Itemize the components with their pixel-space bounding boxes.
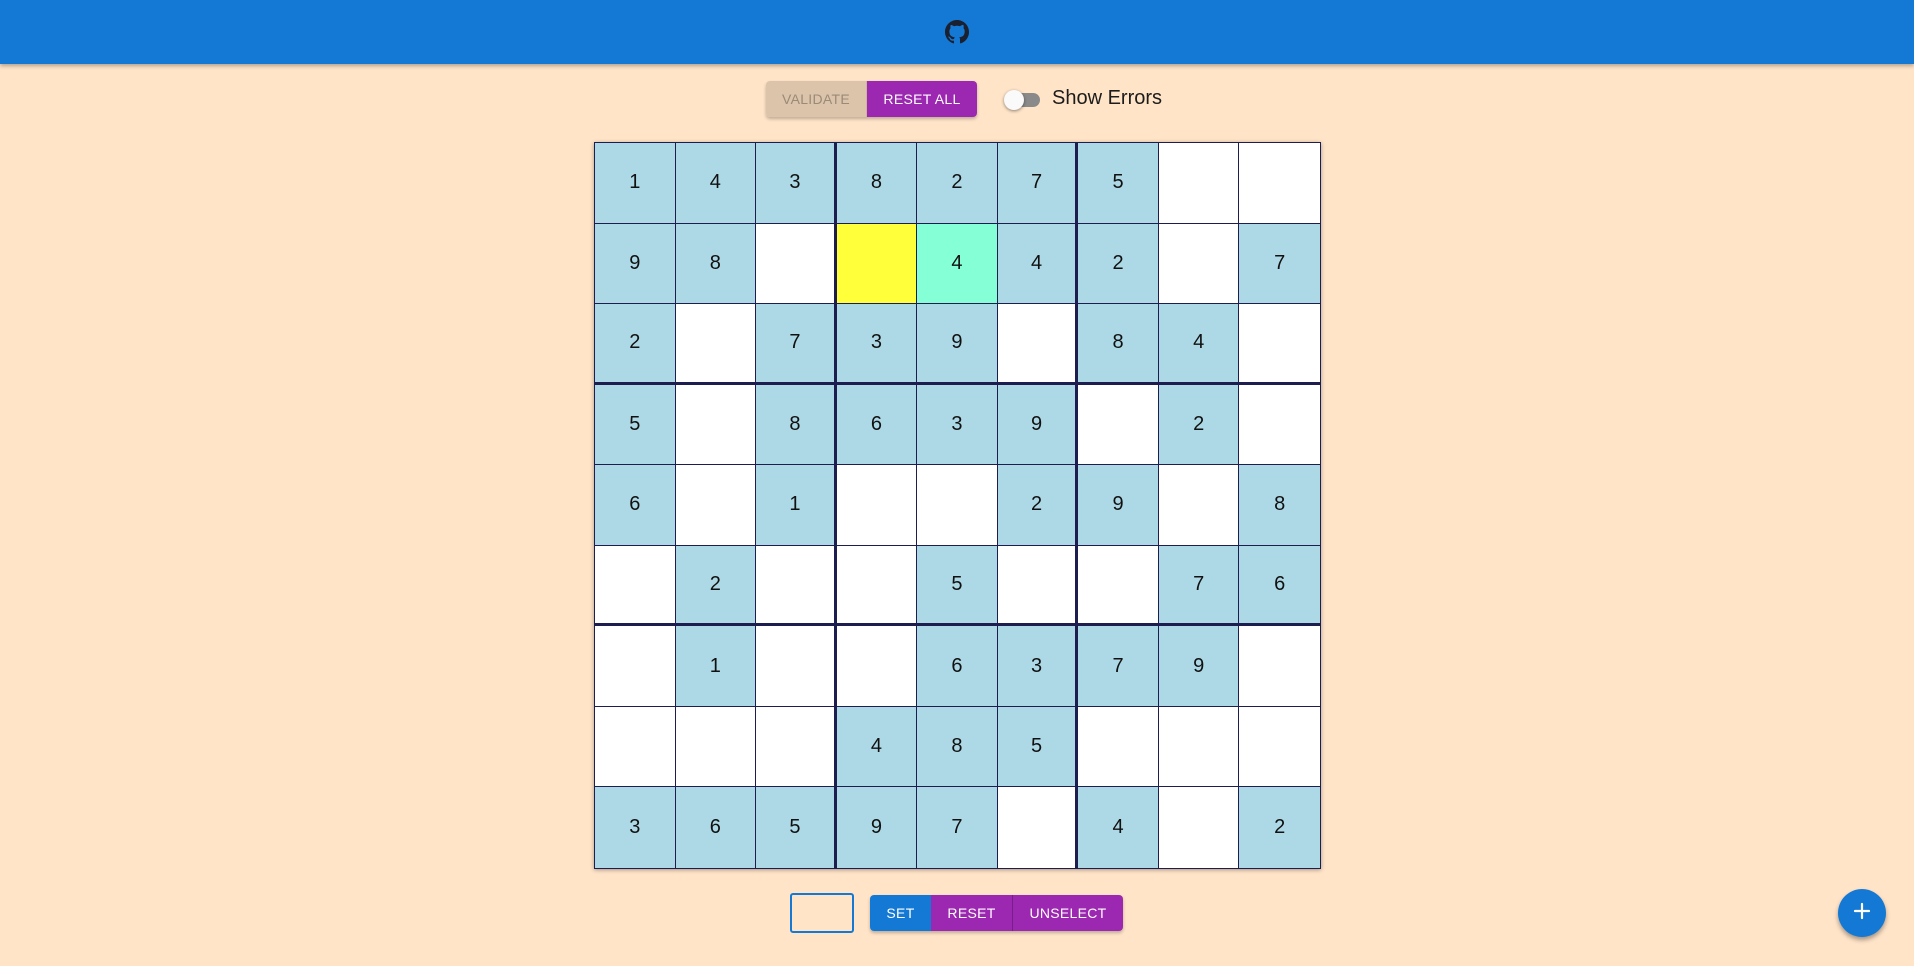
sudoku-cell[interactable]: 6 [595,465,676,546]
sudoku-cell[interactable]: 9 [917,304,998,385]
sudoku-cell[interactable]: 6 [1239,545,1320,627]
sudoku-cell[interactable]: 4 [1078,787,1159,868]
sudoku-cell[interactable]: 4 [917,223,998,305]
reset-button[interactable]: RESET [931,895,1013,931]
sudoku-cell[interactable]: 3 [917,384,998,466]
sudoku-cell[interactable] [997,545,1079,627]
sudoku-cell[interactable] [756,545,837,627]
sudoku-cell[interactable] [1239,384,1320,466]
sudoku-cell[interactable] [836,545,918,627]
sudoku-cell[interactable]: 8 [836,143,918,224]
sudoku-cell[interactable] [675,304,757,385]
sudoku-cell[interactable]: 7 [1158,545,1240,627]
sudoku-cell[interactable]: 9 [595,223,676,305]
sudoku-cell[interactable]: 8 [675,223,757,305]
sudoku-cell[interactable] [1078,706,1159,788]
switch-thumb [1004,90,1024,110]
sudoku-cell[interactable] [1078,384,1159,466]
cell-action-button-group: SET RESET UNSELECT [870,895,1123,931]
validate-button-group: VALIDATE RESET ALL [766,81,977,117]
sudoku-cell[interactable] [675,384,757,466]
sudoku-cell[interactable] [1158,143,1240,224]
sudoku-cell[interactable]: 9 [1078,465,1159,546]
sudoku-cell[interactable] [836,626,918,707]
sudoku-cell[interactable]: 4 [1158,304,1240,385]
show-errors-switch[interactable] [1004,90,1040,110]
sudoku-cell[interactable] [595,706,676,788]
sudoku-board: 1438275984427273984586392612982576163794… [594,142,1321,869]
validate-button[interactable]: VALIDATE [766,81,867,117]
sudoku-cell[interactable]: 9 [836,787,918,868]
sudoku-cell[interactable]: 3 [756,143,837,224]
sudoku-cell[interactable]: 5 [595,384,676,466]
top-toolbar: VALIDATE RESET ALL Show Errors [0,81,1914,117]
sudoku-cell[interactable]: 2 [917,143,998,224]
add-button[interactable] [1838,889,1886,937]
sudoku-cell[interactable] [756,706,837,788]
sudoku-cell[interactable]: 3 [836,304,918,385]
app-bar [0,0,1914,64]
sudoku-cell[interactable]: 2 [1078,223,1159,305]
show-errors-label: Show Errors [1052,87,1163,109]
sudoku-cell[interactable]: 2 [997,465,1079,546]
sudoku-cell[interactable]: 6 [836,384,918,466]
sudoku-cell[interactable] [836,465,918,546]
sudoku-cell[interactable] [836,223,918,305]
sudoku-cell[interactable] [1158,465,1240,546]
sudoku-cell[interactable]: 6 [917,626,998,707]
sudoku-cell[interactable]: 3 [595,787,676,868]
sudoku-cell[interactable] [997,787,1079,868]
sudoku-cell[interactable]: 7 [1239,223,1320,305]
sudoku-cell[interactable]: 4 [675,143,757,224]
sudoku-cell[interactable] [1239,626,1320,707]
sudoku-cell[interactable]: 4 [836,706,918,788]
sudoku-cell[interactable] [1158,706,1240,788]
sudoku-cell[interactable]: 8 [1078,304,1159,385]
sudoku-cell[interactable] [595,545,676,627]
sudoku-cell[interactable]: 9 [1158,626,1240,707]
unselect-button[interactable]: UNSELECT [1013,895,1123,931]
sudoku-cell[interactable] [1239,143,1320,224]
github-icon[interactable] [945,20,969,44]
sudoku-cell[interactable]: 5 [997,706,1079,788]
sudoku-cell[interactable] [595,626,676,707]
sudoku-cell[interactable]: 9 [997,384,1079,466]
reset-all-button[interactable]: RESET ALL [867,81,977,117]
sudoku-cell[interactable] [1158,787,1240,868]
sudoku-cell[interactable]: 4 [997,223,1079,305]
sudoku-cell[interactable]: 5 [756,787,837,868]
set-button[interactable]: SET [870,895,931,931]
sudoku-cell[interactable]: 7 [1078,626,1159,707]
sudoku-cell[interactable]: 3 [997,626,1079,707]
sudoku-cell[interactable] [756,626,837,707]
sudoku-cell[interactable] [675,706,757,788]
sudoku-cell[interactable]: 1 [756,465,837,546]
sudoku-cell[interactable]: 2 [1239,787,1320,868]
sudoku-cell[interactable]: 7 [756,304,837,385]
sudoku-cell[interactable] [1239,304,1320,385]
cell-value-input[interactable] [790,893,854,933]
sudoku-cell[interactable]: 7 [917,787,998,868]
sudoku-cell[interactable]: 1 [675,626,757,707]
plus-icon [1852,901,1872,926]
sudoku-cell[interactable] [997,304,1079,385]
sudoku-cell[interactable]: 1 [595,143,676,224]
sudoku-cell[interactable]: 5 [917,545,998,627]
sudoku-cell[interactable] [1078,545,1159,627]
sudoku-cell[interactable]: 5 [1078,143,1159,224]
sudoku-cell[interactable] [1158,223,1240,305]
sudoku-cell[interactable]: 2 [1158,384,1240,466]
sudoku-cell[interactable]: 2 [595,304,676,385]
sudoku-cell[interactable]: 2 [675,545,757,627]
sudoku-cell[interactable]: 7 [997,143,1079,224]
sudoku-cell[interactable] [917,465,998,546]
sudoku-cell[interactable] [1239,706,1320,788]
sudoku-cell[interactable]: 8 [1239,465,1320,546]
sudoku-cell[interactable] [756,223,837,305]
sudoku-cell[interactable] [675,465,757,546]
sudoku-cell[interactable]: 6 [675,787,757,868]
sudoku-cell[interactable]: 8 [756,384,837,466]
sudoku-cell[interactable]: 8 [917,706,998,788]
